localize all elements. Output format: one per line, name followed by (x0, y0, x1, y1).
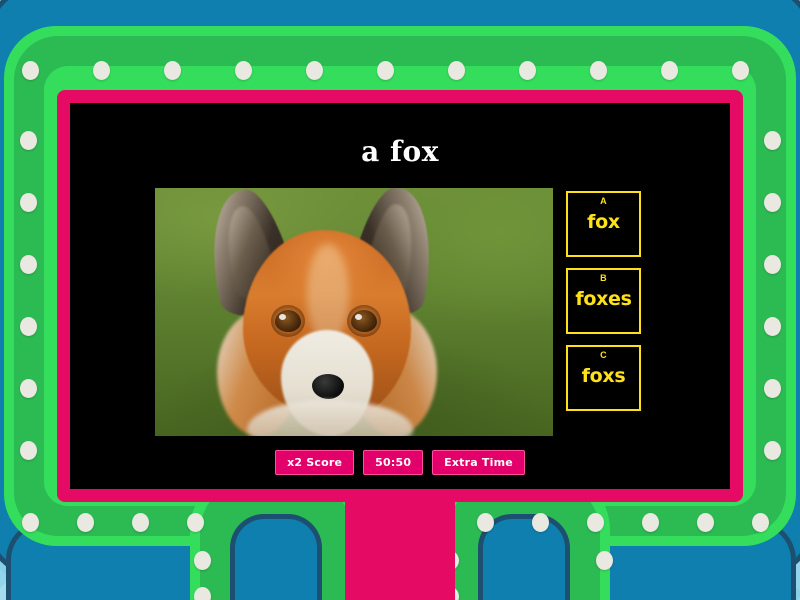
marquee-bulb-bottom-25 (131, 512, 149, 532)
marquee-bulb-top-7 (518, 60, 536, 80)
answer-option-c-text: foxs (581, 365, 626, 388)
marquee-bulb-top-4 (305, 60, 323, 80)
marquee-bulb-top-6 (447, 60, 465, 80)
fox-eye-left-glint (279, 314, 286, 320)
marquee-bulb-top-2 (163, 60, 181, 80)
answer-option-b-text: foxes (575, 288, 632, 311)
marquee-bulb-bottom-26 (186, 512, 204, 532)
marquee-bulb-bottom-29 (531, 512, 549, 532)
marquee-bulb-leg-left-1 (193, 586, 211, 600)
marquee-bulb-right-17 (763, 130, 781, 150)
marquee-bulb-right-21 (763, 378, 781, 398)
marquee-bulb-left-12 (19, 192, 37, 212)
marquee-bulb-left-13 (19, 254, 37, 274)
marquee-bulb-top-0 (21, 60, 39, 80)
answer-option-c-letter: C (600, 350, 607, 360)
marquee-bulb-bottom-28 (476, 512, 494, 532)
answer-option-a-text: fox (587, 211, 620, 234)
marquee-bulb-bottom-30 (586, 512, 604, 532)
marquee-bulb-bottom-32 (696, 512, 714, 532)
marquee-bulb-leg-left-0 (193, 550, 211, 570)
fox-eye-left (275, 310, 301, 332)
marquee-bulb-leg-right-2 (595, 550, 613, 570)
marquee-bulb-left-11 (19, 130, 37, 150)
powerup-bar: x2 Score 50:50 Extra Time (70, 450, 730, 475)
game-screen: a fox A fox B foxes C foxs x2 Score 50:5… (70, 103, 730, 489)
marquee-bulb-left-14 (19, 316, 37, 336)
marquee-bulb-top-5 (376, 60, 394, 80)
marquee-bulb-bottom-33 (751, 512, 769, 532)
answer-option-c[interactable]: C foxs (566, 345, 641, 411)
marquee-bulb-bottom-23 (21, 512, 39, 532)
powerup-x2-score[interactable]: x2 Score (275, 450, 355, 475)
marquee-bulb-top-10 (731, 60, 749, 80)
answer-option-a[interactable]: A fox (566, 191, 641, 257)
marquee-bulb-left-15 (19, 378, 37, 398)
fox-nose (312, 374, 344, 399)
answer-options: A fox B foxes C foxs (566, 191, 646, 422)
marquee-bulb-top-9 (660, 60, 678, 80)
answer-option-b[interactable]: B foxes (566, 268, 641, 334)
answer-option-b-letter: B (600, 273, 607, 283)
powerup-extra-time[interactable]: Extra Time (432, 450, 525, 475)
game-stage: a fox A fox B foxes C foxs x2 Score 50:5… (0, 0, 800, 600)
answer-option-a-letter: A (600, 196, 607, 206)
marquee-bulb-right-20 (763, 316, 781, 336)
marquee-leg-left-hole (230, 514, 322, 600)
powerup-fifty-fifty[interactable]: 50:50 (363, 450, 424, 475)
marquee-bulb-right-22 (763, 440, 781, 460)
question-prompt: a fox (361, 135, 439, 168)
marquee-bulb-right-18 (763, 192, 781, 212)
marquee-bulb-top-8 (589, 60, 607, 80)
fox-eye-right-glint (355, 314, 362, 320)
fox-forehead-blaze (307, 244, 349, 344)
marquee-bulb-bottom-24 (76, 512, 94, 532)
fox-photo (155, 188, 553, 436)
marquee-bulb-bottom-31 (641, 512, 659, 532)
fox-eye-right (351, 310, 377, 332)
marquee-bulb-top-1 (92, 60, 110, 80)
marquee-bulb-right-19 (763, 254, 781, 274)
marquee-bulb-left-16 (19, 440, 37, 460)
marquee-bulb-top-3 (234, 60, 252, 80)
